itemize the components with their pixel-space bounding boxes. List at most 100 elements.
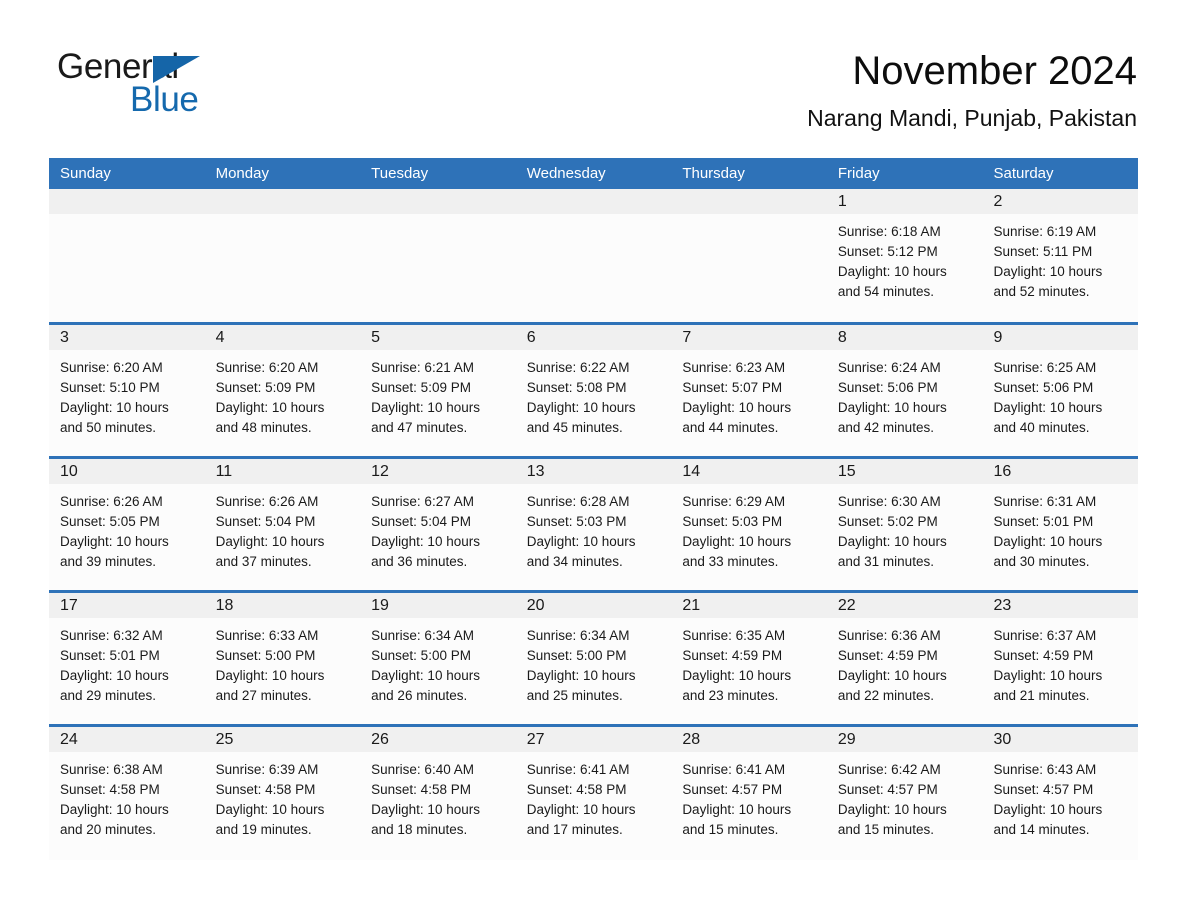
daylight-text-line2: and 27 minutes.: [215, 688, 312, 703]
day-cell[interactable]: 20 Sunrise: 6:34 AM Sunset: 5:00 PM Dayl…: [515, 593, 672, 724]
day-number: 13: [515, 459, 672, 484]
day-cell[interactable]: 16 Sunrise: 6:31 AM Sunset: 5:01 PM Dayl…: [982, 459, 1139, 590]
sunrise-text: Sunrise: 6:34 AM: [371, 628, 474, 643]
day-cell[interactable]: [49, 189, 205, 322]
sunrise-text: Sunrise: 6:30 AM: [837, 494, 941, 509]
day-cell[interactable]: 3 Sunrise: 6:20 AM Sunset: 5:10 PM Dayli…: [49, 325, 205, 456]
day-cell[interactable]: 17 Sunrise: 6:32 AM Sunset: 5:01 PM Dayl…: [49, 593, 205, 724]
day-cell[interactable]: 2 Sunrise: 6:19 AM Sunset: 5:11 PM Dayli…: [982, 189, 1139, 322]
day-number: [671, 189, 827, 214]
day-cell[interactable]: 25 Sunrise: 6:39 AM Sunset: 4:58 PM Dayl…: [204, 727, 361, 860]
daylight-text-line2: and 47 minutes.: [371, 420, 468, 435]
sunset-text: Sunset: 5:09 PM: [215, 380, 316, 395]
daylight-text-line1: Daylight: 10 hours: [526, 534, 636, 549]
day-cell[interactable]: 13 Sunrise: 6:28 AM Sunset: 5:03 PM Dayl…: [515, 459, 672, 590]
sunset-text: Sunset: 5:03 PM: [682, 514, 783, 529]
day-number: 29: [826, 727, 983, 752]
day-cell[interactable]: 12 Sunrise: 6:27 AM Sunset: 5:04 PM Dayl…: [360, 459, 516, 590]
sunrise-text: Sunrise: 6:41 AM: [526, 762, 630, 777]
day-cell[interactable]: 19 Sunrise: 6:34 AM Sunset: 5:00 PM Dayl…: [360, 593, 516, 724]
day-details: Sunrise: 6:21 AM Sunset: 5:09 PM Dayligh…: [360, 350, 516, 456]
daylight-text-line2: and 22 minutes.: [837, 688, 934, 703]
day-cell[interactable]: 27 Sunrise: 6:41 AM Sunset: 4:58 PM Dayl…: [515, 727, 672, 860]
week-row: 24 Sunrise: 6:38 AM Sunset: 4:58 PM Dayl…: [49, 724, 1139, 860]
day-cell[interactable]: 26 Sunrise: 6:40 AM Sunset: 4:58 PM Dayl…: [360, 727, 516, 860]
day-number: 20: [515, 593, 672, 618]
day-cell[interactable]: [204, 189, 361, 322]
daylight-text-line2: and 36 minutes.: [371, 554, 468, 569]
daylight-text-line2: and 26 minutes.: [371, 688, 468, 703]
day-cell[interactable]: 10 Sunrise: 6:26 AM Sunset: 5:05 PM Dayl…: [49, 459, 205, 590]
day-cell[interactable]: 7 Sunrise: 6:23 AM Sunset: 5:07 PM Dayli…: [671, 325, 827, 456]
day-cell[interactable]: 8 Sunrise: 6:24 AM Sunset: 5:06 PM Dayli…: [826, 325, 983, 456]
daylight-text-line2: and 45 minutes.: [526, 420, 623, 435]
day-details: Sunrise: 6:37 AM Sunset: 4:59 PM Dayligh…: [982, 618, 1139, 724]
day-number: 30: [982, 727, 1139, 752]
day-cell[interactable]: 28 Sunrise: 6:41 AM Sunset: 4:57 PM Dayl…: [671, 727, 827, 860]
day-details: Sunrise: 6:32 AM Sunset: 5:01 PM Dayligh…: [49, 618, 205, 724]
daylight-text-line1: Daylight: 10 hours: [526, 668, 636, 683]
daylight-text-line1: Daylight: 10 hours: [993, 400, 1103, 415]
sunrise-text: Sunrise: 6:21 AM: [371, 360, 474, 375]
day-number: 24: [49, 727, 205, 752]
weekday-header-thursday: Thursday: [682, 165, 745, 182]
sunrise-text: Sunrise: 6:43 AM: [993, 762, 1097, 777]
sunrise-text: Sunrise: 6:41 AM: [682, 762, 786, 777]
weekday-header-sunday: Sunday: [60, 165, 111, 182]
day-cell[interactable]: 14 Sunrise: 6:29 AM Sunset: 5:03 PM Dayl…: [671, 459, 827, 590]
sunrise-text: Sunrise: 6:37 AM: [993, 628, 1097, 643]
logo-triangle-icon: [153, 56, 200, 83]
day-details: Sunrise: 6:34 AM Sunset: 5:00 PM Dayligh…: [515, 618, 672, 724]
day-details: Sunrise: 6:43 AM Sunset: 4:57 PM Dayligh…: [982, 752, 1139, 860]
daylight-text-line2: and 19 minutes.: [215, 822, 312, 837]
sunset-text: Sunset: 4:59 PM: [837, 648, 938, 663]
day-details: Sunrise: 6:28 AM Sunset: 5:03 PM Dayligh…: [515, 484, 672, 590]
day-number: 4: [204, 325, 361, 350]
day-details: [49, 214, 205, 322]
day-cell[interactable]: 30 Sunrise: 6:43 AM Sunset: 4:57 PM Dayl…: [982, 727, 1139, 860]
sunrise-text: Sunrise: 6:40 AM: [371, 762, 474, 777]
day-cell[interactable]: [360, 189, 516, 322]
sunrise-text: Sunrise: 6:22 AM: [526, 360, 630, 375]
day-cell[interactable]: [515, 189, 672, 322]
day-number: 11: [204, 459, 361, 484]
daylight-text-line2: and 15 minutes.: [682, 822, 779, 837]
day-details: [671, 214, 827, 322]
sunrise-text: Sunrise: 6:42 AM: [837, 762, 941, 777]
day-cell[interactable]: 24 Sunrise: 6:38 AM Sunset: 4:58 PM Dayl…: [49, 727, 205, 860]
daylight-text-line1: Daylight: 10 hours: [993, 668, 1103, 683]
day-cell[interactable]: 1 Sunrise: 6:18 AM Sunset: 5:12 PM Dayli…: [826, 189, 983, 322]
daylight-text-line2: and 29 minutes.: [60, 688, 157, 703]
day-number: 19: [360, 593, 516, 618]
day-number: 14: [671, 459, 827, 484]
week-row: 1 Sunrise: 6:18 AM Sunset: 5:12 PM Dayli…: [49, 189, 1139, 322]
daylight-text-line1: Daylight: 10 hours: [682, 668, 792, 683]
day-cell[interactable]: 15 Sunrise: 6:30 AM Sunset: 5:02 PM Dayl…: [826, 459, 983, 590]
day-cell[interactable]: [671, 189, 827, 322]
day-cell[interactable]: 5 Sunrise: 6:21 AM Sunset: 5:09 PM Dayli…: [360, 325, 516, 456]
day-cell[interactable]: 29 Sunrise: 6:42 AM Sunset: 4:57 PM Dayl…: [826, 727, 983, 860]
sunset-text: Sunset: 5:02 PM: [837, 514, 938, 529]
day-details: Sunrise: 6:35 AM Sunset: 4:59 PM Dayligh…: [671, 618, 827, 724]
day-cell[interactable]: 9 Sunrise: 6:25 AM Sunset: 5:06 PM Dayli…: [982, 325, 1139, 456]
daylight-text-line1: Daylight: 10 hours: [837, 668, 947, 683]
day-number: 10: [49, 459, 205, 484]
sunset-text: Sunset: 5:09 PM: [371, 380, 471, 395]
day-cell[interactable]: 4 Sunrise: 6:20 AM Sunset: 5:09 PM Dayli…: [204, 325, 361, 456]
sunset-text: Sunset: 5:00 PM: [526, 648, 627, 663]
sunrise-text: Sunrise: 6:29 AM: [682, 494, 786, 509]
sunrise-text: Sunrise: 6:34 AM: [526, 628, 630, 643]
day-cell[interactable]: 21 Sunrise: 6:35 AM Sunset: 4:59 PM Dayl…: [671, 593, 827, 724]
day-cell[interactable]: 11 Sunrise: 6:26 AM Sunset: 5:04 PM Dayl…: [204, 459, 361, 590]
day-details: Sunrise: 6:31 AM Sunset: 5:01 PM Dayligh…: [982, 484, 1139, 590]
sunset-text: Sunset: 4:59 PM: [993, 648, 1094, 663]
day-cell[interactable]: 22 Sunrise: 6:36 AM Sunset: 4:59 PM Dayl…: [826, 593, 983, 724]
day-cell[interactable]: 18 Sunrise: 6:33 AM Sunset: 5:00 PM Dayl…: [204, 593, 361, 724]
day-details: Sunrise: 6:24 AM Sunset: 5:06 PM Dayligh…: [826, 350, 983, 456]
day-cell[interactable]: 23 Sunrise: 6:37 AM Sunset: 4:59 PM Dayl…: [982, 593, 1139, 724]
sunset-text: Sunset: 5:10 PM: [60, 380, 160, 395]
day-number: [360, 189, 516, 214]
day-cell[interactable]: 6 Sunrise: 6:22 AM Sunset: 5:08 PM Dayli…: [515, 325, 672, 456]
daylight-text-line1: Daylight: 10 hours: [837, 264, 947, 279]
sunset-text: Sunset: 5:12 PM: [837, 244, 938, 259]
